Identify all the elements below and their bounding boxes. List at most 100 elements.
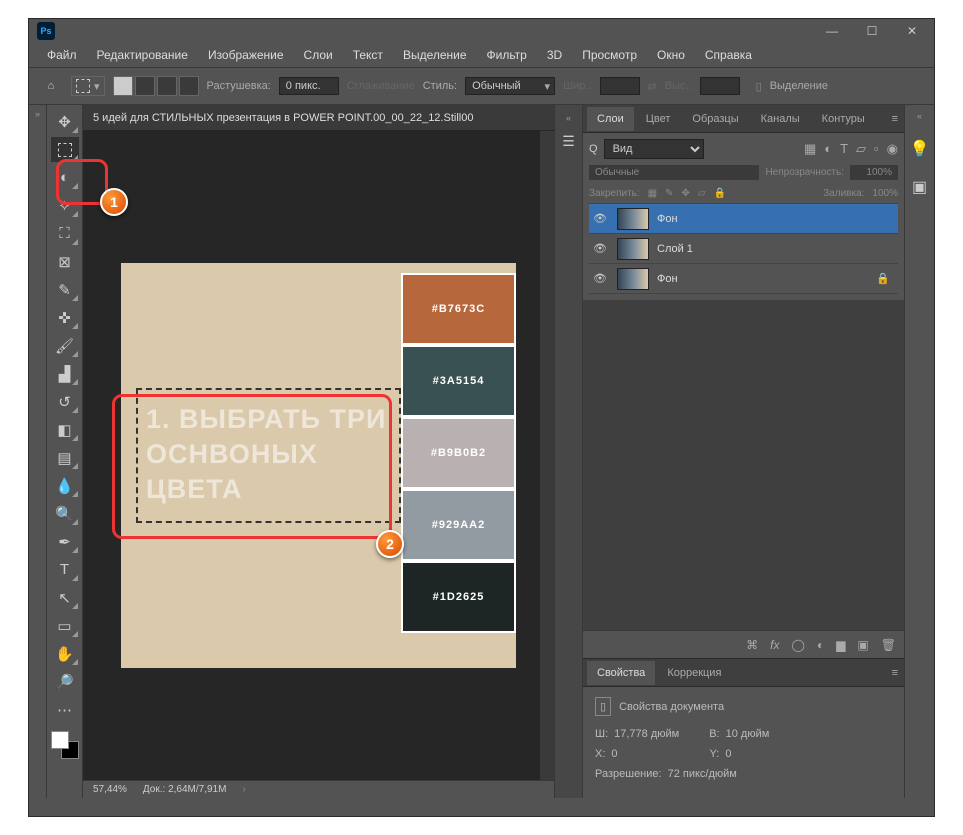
marquee-tool-icon[interactable] xyxy=(51,137,79,162)
selection-new-icon[interactable] xyxy=(113,76,133,96)
filter-toggle-icon[interactable]: ◉ xyxy=(887,141,898,157)
shape-tool-icon[interactable]: ▭ xyxy=(51,613,79,638)
tab-color[interactable]: Цвет xyxy=(636,107,681,131)
stamp-tool-icon[interactable]: ▟ xyxy=(51,361,79,386)
fx-icon[interactable]: fx xyxy=(770,638,779,652)
zoom-tool-icon[interactable]: 🔎 xyxy=(51,669,79,694)
zoom-level[interactable]: 57,44% xyxy=(93,784,127,795)
gradient-tool-icon[interactable]: ▤ xyxy=(51,445,79,470)
visibility-icon[interactable]: 👁 xyxy=(591,242,609,255)
panel-collapsed-history[interactable]: « ☰ xyxy=(555,105,583,798)
select-mask-button[interactable]: Выделение xyxy=(770,80,828,92)
eraser-tool-icon[interactable]: ◧ xyxy=(51,417,79,442)
tab-swatches[interactable]: Образцы xyxy=(682,107,748,131)
minimize-button[interactable]: — xyxy=(814,21,850,41)
delete-layer-icon[interactable]: 🗑 xyxy=(881,638,896,652)
maximize-button[interactable]: ☐ xyxy=(854,21,890,41)
menu-filter[interactable]: Фильтр xyxy=(479,46,535,64)
filter-smart-icon[interactable]: ▫ xyxy=(874,141,879,157)
scrollbar-vertical[interactable] xyxy=(540,131,554,780)
link-layers-icon[interactable]: ⌘ xyxy=(746,638,758,652)
lock-brush-icon[interactable]: ✎ xyxy=(665,188,673,199)
color-swatches[interactable] xyxy=(51,731,79,759)
lock-artboard-icon[interactable]: ▱ xyxy=(698,188,706,199)
layer-filter-dropdown[interactable]: Вид xyxy=(604,139,704,159)
blend-mode-dropdown[interactable]: Обычные xyxy=(589,165,759,180)
tab-layers[interactable]: Слои xyxy=(587,107,634,131)
lasso-tool-icon[interactable]: ◐ xyxy=(51,165,79,190)
layer-thumbnail[interactable] xyxy=(617,238,649,260)
panel-menu-icon[interactable]: ≡ xyxy=(886,113,904,125)
selection-subtract-icon[interactable] xyxy=(157,76,177,96)
feather-input[interactable] xyxy=(279,77,339,95)
collapse-toggle-left[interactable]: » xyxy=(29,105,47,798)
hand-tool-icon[interactable]: ✋ xyxy=(51,641,79,666)
filter-adjust-icon[interactable]: ◐ xyxy=(824,141,832,157)
crop-tool-icon[interactable]: ⛶ xyxy=(51,221,79,246)
dodge-tool-icon[interactable]: 🔍 xyxy=(51,501,79,526)
close-button[interactable]: ✕ xyxy=(894,21,930,41)
magic-wand-tool-icon[interactable]: ✧ xyxy=(51,193,79,218)
canvas-viewport[interactable]: #B7673C#3A5154#B9B0B2#929AA2#1D2625 1. В… xyxy=(83,131,554,780)
layer-row[interactable]: 👁 Слой 1 xyxy=(589,234,898,264)
layer-row[interactable]: 👁 Фон xyxy=(589,204,898,234)
history-icon[interactable]: ☰ xyxy=(562,133,575,150)
libraries-icon[interactable]: ▣ xyxy=(912,177,927,197)
style-dropdown[interactable]: Обычный xyxy=(465,77,555,95)
layer-name[interactable]: Слой 1 xyxy=(657,243,693,255)
tool-preset[interactable]: ▾ xyxy=(71,76,105,96)
selection-add-icon[interactable] xyxy=(135,76,155,96)
frame-tool-icon[interactable]: ⊠ xyxy=(51,249,79,274)
menu-help[interactable]: Справка xyxy=(697,46,760,64)
layer-row[interactable]: 👁Фон🔒 xyxy=(589,264,898,294)
layer-thumbnail[interactable] xyxy=(617,268,649,290)
lock-all-icon[interactable]: 🔒 xyxy=(714,188,726,199)
document-tab[interactable]: 5 идей для СТИЛЬНЫХ презентация в POWER … xyxy=(83,105,554,131)
menu-text[interactable]: Текст xyxy=(345,46,391,64)
foreground-color[interactable] xyxy=(51,731,69,749)
eyedropper-tool-icon[interactable]: ✎ xyxy=(51,277,79,302)
menu-image[interactable]: Изображение xyxy=(200,46,292,64)
menu-view[interactable]: Просмотр xyxy=(574,46,645,64)
opacity-input[interactable]: 100% xyxy=(850,165,898,180)
menu-file[interactable]: Файл xyxy=(39,46,85,64)
filter-type-icon[interactable]: T xyxy=(840,141,848,157)
lock-position-icon[interactable]: ✥ xyxy=(682,188,690,199)
type-tool-icon[interactable]: T xyxy=(51,557,79,582)
tab-properties[interactable]: Свойства xyxy=(587,661,655,685)
path-select-tool-icon[interactable]: ↖ xyxy=(51,585,79,610)
filter-image-icon[interactable]: ▦ xyxy=(804,141,816,157)
group-icon[interactable]: ▆ xyxy=(836,638,845,652)
tab-correction[interactable]: Коррекция xyxy=(657,661,731,685)
new-layer-icon[interactable]: ▣ xyxy=(857,638,868,652)
panel-menu-icon[interactable]: ≡ xyxy=(886,667,904,679)
blur-tool-icon[interactable]: 💧 xyxy=(51,473,79,498)
menu-layers[interactable]: Слои xyxy=(296,46,341,64)
learn-icon[interactable]: 💡 xyxy=(910,139,930,159)
layer-thumbnail[interactable] xyxy=(617,208,649,230)
edit-toolbar-icon[interactable]: ⋯ xyxy=(51,697,79,722)
selection-intersect-icon[interactable] xyxy=(179,76,199,96)
visibility-icon[interactable]: 👁 xyxy=(591,272,609,285)
canvas[interactable]: #B7673C#3A5154#B9B0B2#929AA2#1D2625 1. В… xyxy=(121,263,516,668)
layer-name[interactable]: Фон xyxy=(657,213,678,225)
layer-name[interactable]: Фон xyxy=(657,273,678,285)
pen-tool-icon[interactable]: ✒ xyxy=(51,529,79,554)
menu-3d[interactable]: 3D xyxy=(539,46,570,64)
healing-tool-icon[interactable]: ✜ xyxy=(51,305,79,330)
move-tool-icon[interactable]: ✥ xyxy=(51,109,79,134)
adjustment-icon[interactable]: ◐ xyxy=(817,638,824,652)
brush-tool-icon[interactable]: 🖌 xyxy=(51,333,79,358)
home-icon[interactable]: ⌂ xyxy=(39,74,63,98)
tab-paths[interactable]: Контуры xyxy=(812,107,875,131)
fill-input[interactable]: 100% xyxy=(872,188,898,199)
lock-pixels-icon[interactable]: ▦ xyxy=(648,188,657,199)
menu-select[interactable]: Выделение xyxy=(395,46,475,64)
mask-icon[interactable]: ◯ xyxy=(792,638,805,652)
menu-edit[interactable]: Редактирование xyxy=(89,46,196,64)
visibility-icon[interactable]: 👁 xyxy=(591,212,609,225)
filter-shape-icon[interactable]: ▱ xyxy=(856,141,866,157)
menu-window[interactable]: Окно xyxy=(649,46,693,64)
history-brush-tool-icon[interactable]: ↺ xyxy=(51,389,79,414)
marquee-selection[interactable]: 1. ВЫБРАТЬ ТРИ ОСНВОНЫХ ЦВЕТА xyxy=(136,388,401,523)
